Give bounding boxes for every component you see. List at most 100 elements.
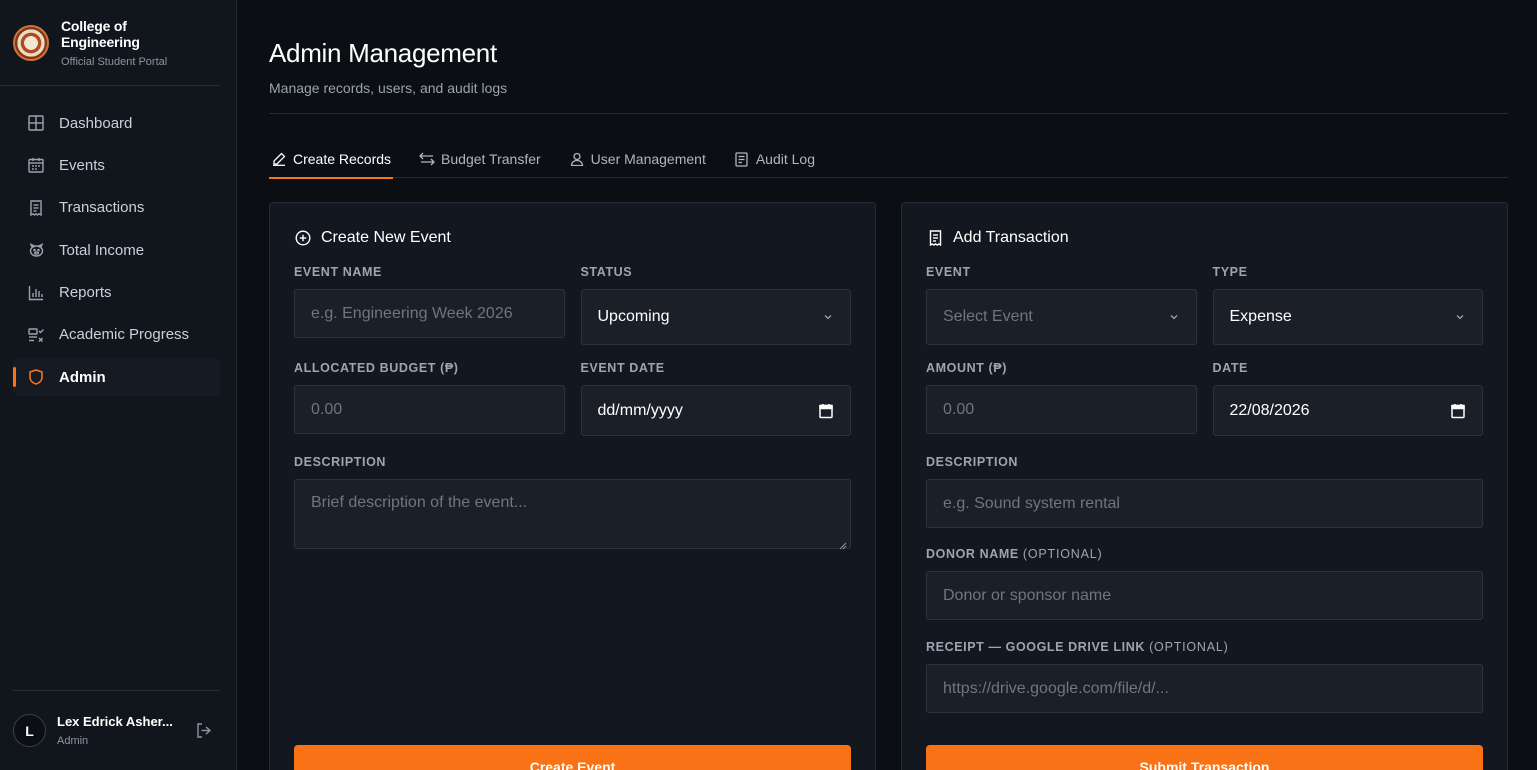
list-check-icon	[27, 326, 45, 344]
calendar-picker-icon[interactable]	[1450, 403, 1466, 419]
sidebar-item-label: Dashboard	[59, 114, 133, 132]
transaction-date-field: DATE 22/08/2026	[1212, 361, 1483, 436]
input-placeholder: https://drive.google.com/file/d/...	[943, 679, 1169, 697]
event-select[interactable]: Select Event	[926, 289, 1197, 345]
chevron-down-icon	[1168, 311, 1180, 323]
field-label: ALLOCATED BUDGET (₱)	[294, 361, 459, 375]
type-select[interactable]: Expense	[1212, 289, 1483, 345]
select-placeholder: Select Event	[943, 308, 1033, 325]
sidebar-item-reports[interactable]: Reports	[13, 274, 220, 312]
event-name-input[interactable]: e.g. Engineering Week 2026	[294, 289, 565, 338]
pencil-icon	[271, 151, 287, 167]
card-title-text: Add Transaction	[953, 229, 1069, 246]
input-placeholder: 0.00	[311, 400, 343, 418]
plus-circle-icon	[294, 229, 312, 247]
input-placeholder: e.g. Engineering Week 2026	[311, 304, 513, 322]
brand-subtitle: Official Student Portal	[61, 55, 168, 68]
label-text: RECEIPT — GOOGLE DRIVE LINK	[926, 640, 1145, 654]
textarea-placeholder: Brief description of the event...	[311, 494, 528, 511]
brand[interactable]: College of Engineering Official Student …	[0, 0, 220, 86]
sidebar-item-label: Academic Progress	[59, 326, 190, 344]
sidebar-item-label: Transactions	[59, 199, 145, 217]
receipt-link-input[interactable]: https://drive.google.com/file/d/...	[926, 664, 1483, 713]
main-content: Admin Management Manage records, users, …	[237, 0, 1537, 770]
field-label: DONOR NAME (OPTIONAL)	[926, 547, 1483, 561]
input-placeholder: 0.00	[943, 400, 975, 418]
form-row: AMOUNT (₱) 0.00 DATE 22/08/2026	[926, 361, 1483, 436]
field-label: RECEIPT — GOOGLE DRIVE LINK (OPTIONAL)	[926, 640, 1483, 654]
field-label: DESCRIPTION	[926, 455, 1019, 469]
submit-transaction-button[interactable]: Submit Transaction	[926, 745, 1483, 770]
brand-text: College of Engineering Official Student …	[61, 18, 207, 68]
piggy-bank-icon	[27, 241, 45, 259]
card-title-text: Create New Event	[321, 229, 451, 246]
select-value: Expense	[1229, 308, 1292, 325]
status-select[interactable]: Upcoming	[580, 289, 851, 345]
event-name-field: EVENT NAME e.g. Engineering Week 2026	[294, 265, 565, 345]
receipt-link-field: RECEIPT — GOOGLE DRIVE LINK (OPTIONAL) h…	[926, 640, 1483, 713]
sidebar-item-academic-progress[interactable]: Academic Progress	[13, 316, 220, 354]
tab-audit-log[interactable]: Audit Log	[732, 151, 817, 178]
budget-input[interactable]: 0.00	[294, 385, 565, 434]
tab-user-management[interactable]: User Management	[567, 151, 708, 178]
avatar[interactable]: L	[13, 714, 46, 747]
sidebar-item-label: Reports	[59, 284, 112, 302]
transaction-type-field: TYPE Expense	[1212, 265, 1483, 345]
user-profile: L Lex Edrick Asher... Admin	[13, 690, 220, 770]
sidebar-item-admin[interactable]: Admin	[13, 358, 220, 397]
budget-field: ALLOCATED BUDGET (₱) 0.00	[294, 361, 565, 436]
transaction-event-field: EVENT Select Event	[926, 265, 1197, 345]
form-row: ALLOCATED BUDGET (₱) 0.00 EVENT DATE dd/…	[294, 361, 851, 436]
receipt-icon	[926, 229, 944, 247]
sidebar-item-label: Events	[59, 156, 105, 174]
sidebar-item-events[interactable]: Events	[13, 146, 220, 184]
field-label: DATE	[1212, 361, 1248, 375]
optional-tag: (OPTIONAL)	[1022, 547, 1103, 561]
select-value: Upcoming	[597, 308, 670, 325]
transfer-icon	[419, 151, 435, 167]
forms-container: Create New Event EVENT NAME e.g. Enginee…	[269, 202, 1508, 770]
input-placeholder: Donor or sponsor name	[943, 586, 1112, 604]
field-label: EVENT DATE	[580, 361, 665, 375]
create-event-button[interactable]: Create Event	[294, 745, 851, 770]
resize-handle-icon[interactable]	[839, 537, 847, 550]
event-description-textarea[interactable]: Brief description of the event...	[294, 479, 851, 550]
transaction-description-field: DESCRIPTION e.g. Sound system rental	[926, 455, 1483, 528]
sidebar-item-total-income[interactable]: Total Income	[13, 231, 220, 269]
form-row: EVENT Select Event TYPE Expense	[926, 265, 1483, 345]
form-row: EVENT NAME e.g. Engineering Week 2026 ST…	[294, 265, 851, 345]
tab-label: User Management	[590, 151, 706, 167]
amount-field: AMOUNT (₱) 0.00	[926, 361, 1197, 436]
user-icon	[569, 151, 585, 167]
document-icon	[734, 151, 750, 167]
sidebar-nav: Dashboard Events Transactions Total Inco…	[0, 104, 236, 397]
input-placeholder: e.g. Sound system rental	[943, 494, 1120, 512]
label-text: DONOR NAME	[926, 547, 1019, 561]
transaction-date-input[interactable]: 22/08/2026	[1212, 385, 1483, 436]
chevron-down-icon	[822, 311, 834, 323]
chevron-down-icon	[1454, 311, 1466, 323]
sidebar-item-transactions[interactable]: Transactions	[13, 189, 220, 227]
card-title: Add Transaction	[926, 228, 1483, 248]
logout-icon[interactable]	[193, 721, 213, 741]
user-name: Lex Edrick Asher...	[57, 714, 173, 729]
transaction-description-input[interactable]: e.g. Sound system rental	[926, 479, 1483, 528]
field-label: AMOUNT (₱)	[926, 361, 1007, 375]
calendar-icon	[27, 156, 45, 174]
tab-budget-transfer[interactable]: Budget Transfer	[417, 151, 543, 178]
amount-input[interactable]: 0.00	[926, 385, 1197, 434]
donor-name-field: DONOR NAME (OPTIONAL) Donor or sponsor n…	[926, 547, 1483, 620]
grid-icon	[27, 114, 45, 132]
calendar-picker-icon[interactable]	[818, 403, 834, 419]
optional-tag: (OPTIONAL)	[1149, 640, 1229, 654]
tab-bar: Create Records Budget Transfer User Mana…	[269, 151, 1508, 179]
tab-label: Audit Log	[755, 151, 816, 167]
sidebar-item-dashboard[interactable]: Dashboard	[13, 104, 220, 142]
donor-name-input[interactable]: Donor or sponsor name	[926, 571, 1483, 620]
card-title: Create New Event	[294, 228, 851, 248]
event-date-input[interactable]: dd/mm/yyyy	[580, 385, 851, 436]
sidebar-item-label: Total Income	[59, 241, 145, 259]
event-description-field: DESCRIPTION Brief description of the eve…	[294, 455, 851, 550]
field-label: EVENT NAME	[294, 265, 382, 279]
tab-create-records[interactable]: Create Records	[269, 151, 394, 179]
